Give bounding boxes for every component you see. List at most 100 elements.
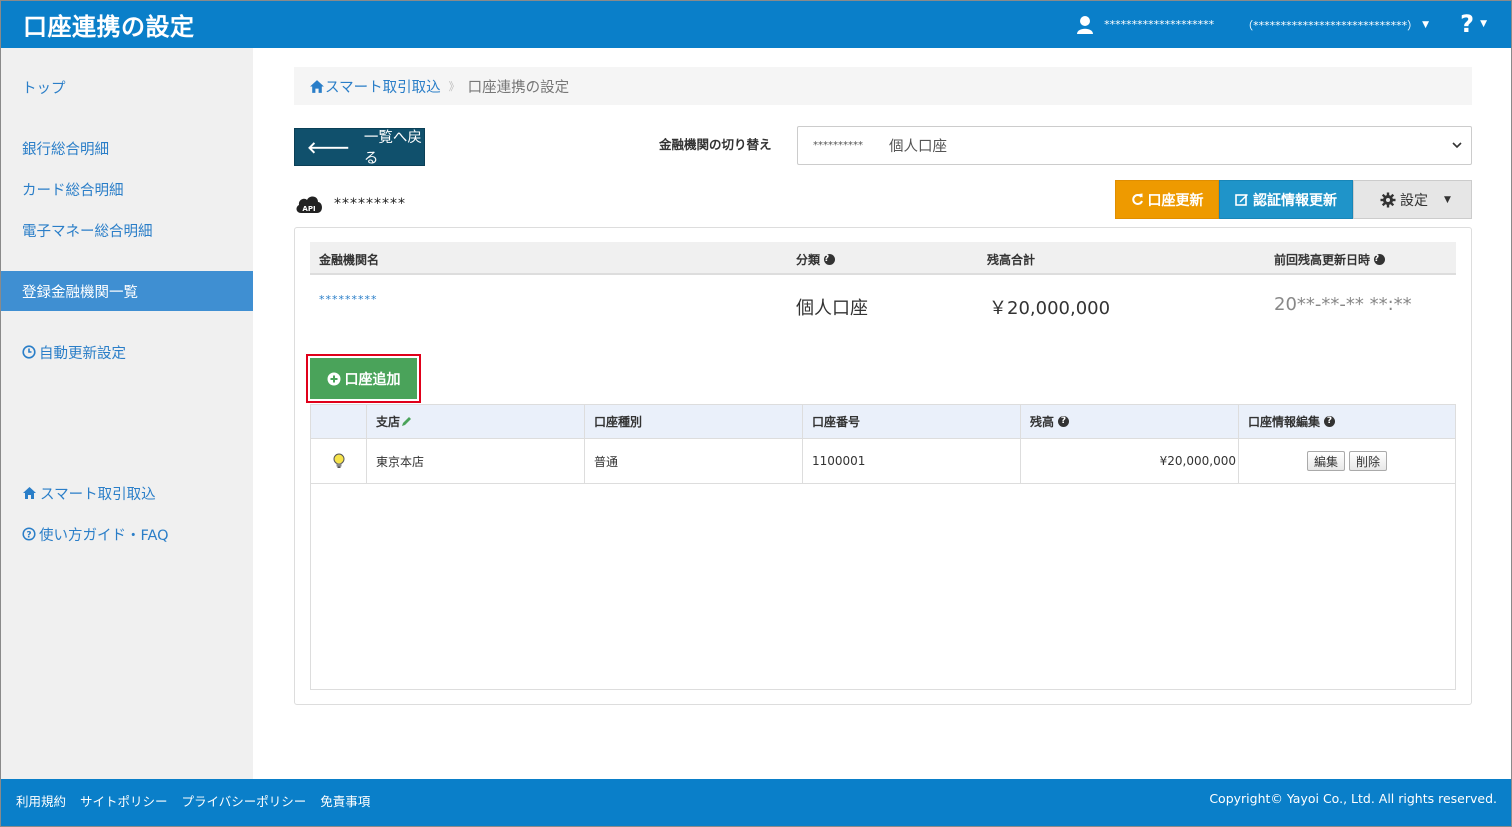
footer-link-site-policy[interactable]: サイトポリシー: [80, 791, 168, 810]
sidebar-item-smart-import[interactable]: スマート取引取込: [1, 473, 253, 513]
footer-links: 利用規約 サイトポリシー プライバシーポリシー 免責事項: [16, 791, 384, 810]
edit-icon: [1235, 194, 1248, 206]
sidebar-item-emoney-statements[interactable]: 電子マネー総合明細: [1, 210, 253, 250]
chevron-down-icon: [1452, 142, 1462, 149]
question-icon[interactable]: ?: [1374, 254, 1386, 265]
api-cloud-icon: API: [296, 196, 322, 213]
user-menu[interactable]: ******************** （******************…: [1076, 1, 1429, 48]
account-number-cell: 1100001: [802, 439, 1020, 483]
sidebar-item-label: 使い方ガイド・FAQ: [39, 527, 169, 544]
col-header-institution: 金融機関名: [319, 253, 380, 267]
main-content: スマート取引取込 》 口座連携の設定 🡐 一覧へ戻る 金融機関の切り替え ***…: [253, 48, 1511, 779]
account-type-cell: 普通: [584, 439, 802, 483]
sidebar-item-top[interactable]: トップ: [1, 67, 253, 107]
settings-label: 設定: [1400, 192, 1428, 209]
user-org: （****************************）: [1242, 18, 1419, 32]
table-row: 東京本店 普通 1100001 ¥20,000,000 編集 削除: [311, 439, 1455, 484]
sidebar-item-label: カード総合明細: [22, 182, 124, 199]
institution-switch-select[interactable]: ********** 個人口座: [797, 126, 1472, 165]
sidebar-item-card-statements[interactable]: カード総合明細: [1, 169, 253, 209]
home-icon: [310, 79, 324, 93]
col-header-total: 残高合計: [987, 253, 1036, 267]
summary-row: ********* 個人口座 ￥20,000,000 20**-**-** **…: [310, 275, 1456, 335]
breadcrumb: スマート取引取込 》 口座連携の設定: [294, 67, 1472, 105]
question-icon[interactable]: ?: [1058, 416, 1070, 427]
institution-link[interactable]: *********: [319, 293, 378, 306]
col-header-edit: 口座情報編集 ?: [1238, 405, 1455, 438]
sidebar-item-bank-statements[interactable]: 銀行総合明細: [1, 128, 253, 168]
back-to-list-button[interactable]: 🡐 一覧へ戻る: [294, 128, 425, 167]
auth-update-label: 認証情報更新: [1253, 192, 1337, 209]
last-updated-value: 20**-**-** **:**: [1274, 294, 1412, 315]
delete-account-button[interactable]: 削除: [1349, 451, 1388, 471]
home-icon: [23, 487, 36, 499]
refresh-icon: [1131, 193, 1143, 205]
institution-switch-mask: **********: [813, 140, 863, 151]
bank-title-row: API *********: [294, 191, 406, 217]
app-header: 口座連携の設定 ******************** （**********…: [1, 1, 1511, 48]
lightbulb-icon: [333, 453, 344, 468]
refresh-label: 口座更新: [1147, 192, 1204, 209]
help-button[interactable]: ? ▼: [1460, 10, 1487, 38]
chevron-down-icon: ▼: [1444, 194, 1451, 205]
sidebar-item-label: 電子マネー総合明細: [22, 223, 153, 240]
pencil-icon[interactable]: [400, 416, 412, 428]
svg-text:?: ?: [26, 531, 31, 541]
sidebar-item-guide-faq[interactable]: ? 使い方ガイド・FAQ: [1, 514, 253, 554]
institution-switch-value: 個人口座: [889, 139, 947, 155]
chevron-down-icon: ▼: [1480, 19, 1487, 29]
sidebar-item-label: スマート取引取込: [40, 486, 156, 503]
total-balance-value: ￥20,000,000: [989, 298, 1111, 319]
footer-link-privacy[interactable]: プライバシーポリシー: [182, 791, 307, 810]
bank-action-buttons: 口座更新 認証情報更新 設定 ▼: [1115, 180, 1472, 219]
auth-update-button[interactable]: 認証情報更新: [1219, 180, 1353, 219]
col-header-status: [311, 405, 366, 438]
sidebar-item-label: 銀行総合明細: [22, 141, 109, 158]
col-header-balance: 残高 ?: [1020, 405, 1238, 438]
back-button-label: 一覧へ戻る: [363, 130, 422, 167]
breadcrumb-home-link[interactable]: スマート取引取込: [309, 76, 441, 97]
sidebar-item-auto-update[interactable]: 自動更新設定: [1, 332, 253, 372]
col-header-updated: 前回残高更新日時 ?: [1274, 251, 1386, 268]
sidebar-item-label: トップ: [22, 80, 66, 97]
accounts-table: 支店 口座種別 口座番号 残高 ? 口座情報編集 ? 東京本店 普通 11000…: [310, 404, 1456, 690]
edit-cell: 編集 削除: [1238, 439, 1455, 483]
plus-circle-icon: [327, 372, 340, 385]
user-icon: [1077, 15, 1094, 34]
add-account-highlight: 口座追加: [306, 354, 421, 403]
page-title: 口座連携の設定: [23, 13, 195, 41]
account-refresh-button[interactable]: 口座更新: [1115, 180, 1219, 219]
help-icon: ?: [1460, 10, 1475, 38]
user-name: ********************: [1104, 18, 1215, 31]
col-header-account-type: 口座種別: [584, 405, 802, 438]
status-cell: [311, 439, 366, 483]
balance-cell: ¥20,000,000: [1020, 439, 1238, 483]
edit-account-button[interactable]: 編集: [1306, 451, 1345, 471]
add-account-button[interactable]: 口座追加: [310, 358, 417, 399]
sidebar: トップ 銀行総合明細 カード総合明細 電子マネー総合明細 登録金融機関一覧 自動…: [1, 48, 253, 779]
question-icon[interactable]: ?: [1324, 416, 1336, 427]
copyright: Copyright© Yayoi Co., Ltd. All rights re…: [1209, 791, 1497, 806]
breadcrumb-current: 口座連携の設定: [467, 79, 570, 96]
col-header-category: 分類 ?: [796, 251, 836, 268]
svg-text:API: API: [302, 205, 315, 213]
question-circle-icon: ?: [22, 527, 36, 541]
clock-icon: [22, 345, 36, 359]
arrow-left-icon: 🡐: [307, 138, 350, 157]
breadcrumb-home-label: スマート取引取込: [325, 79, 441, 96]
institution-panel: 金融機関名 分類 ? 残高合計 前回残高更新日時 ? ********* 個人口…: [294, 227, 1472, 705]
bank-name: *********: [334, 196, 406, 212]
settings-dropdown-button[interactable]: 設定 ▼: [1353, 180, 1472, 219]
breadcrumb-separator-icon: 》: [448, 80, 460, 93]
footer: 利用規約 サイトポリシー プライバシーポリシー 免責事項 Copyright© …: [1, 779, 1511, 826]
sidebar-item-label: 登録金融機関一覧: [22, 284, 138, 301]
footer-link-terms[interactable]: 利用規約: [16, 791, 66, 810]
sidebar-item-label: 自動更新設定: [39, 345, 126, 362]
footer-link-disclaimer[interactable]: 免責事項: [320, 791, 370, 810]
question-icon[interactable]: ?: [824, 254, 836, 265]
sidebar-item-registered-institutions[interactable]: 登録金融機関一覧: [1, 271, 253, 311]
gear-icon: [1380, 192, 1396, 207]
branch-cell: 東京本店: [366, 439, 584, 483]
institution-switch-label: 金融機関の切り替え: [659, 137, 772, 152]
summary-table-header: 金融機関名 分類 ? 残高合計 前回残高更新日時 ?: [310, 242, 1456, 275]
